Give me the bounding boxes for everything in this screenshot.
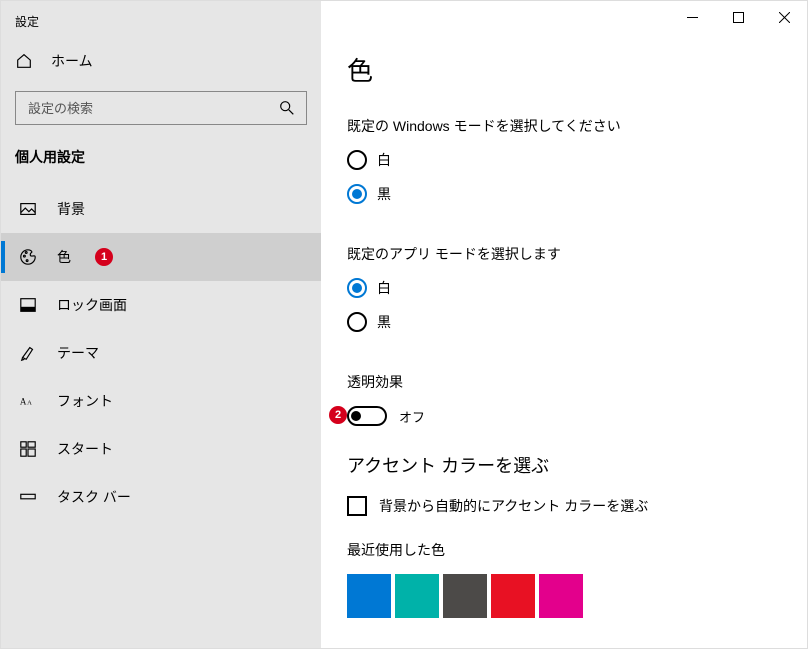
checkbox-icon (347, 496, 367, 516)
sidebar-item-background[interactable]: 背景 (1, 185, 321, 233)
themes-icon (19, 344, 37, 362)
main-content: 色 既定の Windows モードを選択してください 白 黒 既定のアプリ モー… (321, 1, 807, 648)
sidebar-section-label: 個人用設定 (1, 143, 321, 185)
lockscreen-icon (19, 296, 37, 314)
sidebar-item-label: タスク バー (57, 487, 131, 507)
home-icon (15, 52, 33, 70)
svg-text:A: A (20, 396, 27, 406)
color-swatch[interactable] (395, 574, 439, 618)
radio-label: 白 (377, 278, 391, 298)
accent-auto-label: 背景から自動的にアクセント カラーを選ぶ (379, 496, 648, 516)
window-controls (669, 1, 807, 33)
sidebar-item-label: 色 (57, 247, 71, 267)
radio-icon (347, 150, 367, 170)
sidebar-item-fonts[interactable]: AA フォント (1, 377, 321, 425)
radio-label: 白 (377, 150, 391, 170)
home-button[interactable]: ホーム (1, 37, 321, 85)
app-mode-label: 既定のアプリ モードを選択します (347, 244, 781, 264)
recent-colors-label: 最近使用した色 (347, 540, 781, 560)
settings-window: 設定 ホーム 個人用設定 背景 (1, 1, 807, 648)
radio-icon (347, 278, 367, 298)
color-swatch[interactable] (443, 574, 487, 618)
annotation-badge-2: 2 (329, 406, 347, 424)
radio-icon (347, 312, 367, 332)
sidebar-item-taskbar[interactable]: タスク バー (1, 473, 321, 521)
color-swatch[interactable] (347, 574, 391, 618)
annotation-badge-1: 1 (95, 248, 113, 266)
picture-icon (19, 200, 37, 218)
windows-mode-label: 既定の Windows モードを選択してください (347, 116, 781, 136)
sidebar-item-label: フォント (57, 391, 113, 411)
sidebar: 設定 ホーム 個人用設定 背景 (1, 1, 321, 648)
sidebar-item-label: テーマ (57, 343, 99, 363)
transparency-state: オフ (399, 407, 425, 426)
sidebar-item-label: 背景 (57, 199, 85, 219)
color-swatch[interactable] (539, 574, 583, 618)
palette-icon (19, 248, 37, 266)
sidebar-item-start[interactable]: スタート (1, 425, 321, 473)
windows-mode-light[interactable]: 白 (347, 150, 781, 170)
taskbar-icon (19, 488, 37, 506)
app-mode-dark[interactable]: 黒 (347, 312, 781, 332)
maximize-button[interactable] (715, 1, 761, 33)
transparency-toggle-row: 2 オフ (347, 406, 781, 426)
sidebar-item-label: スタート (57, 439, 113, 459)
radio-label: 黒 (377, 184, 391, 204)
search-field[interactable] (26, 100, 278, 117)
search-icon (278, 99, 296, 117)
search-input[interactable] (15, 91, 307, 125)
sidebar-nav: 背景 色 1 ロック画面 テーマ (1, 185, 321, 521)
close-button[interactable] (761, 1, 807, 33)
sidebar-item-themes[interactable]: テーマ (1, 329, 321, 377)
start-icon (19, 440, 37, 458)
page-title: 色 (347, 51, 781, 88)
accent-heading: アクセント カラーを選ぶ (347, 452, 781, 478)
minimize-button[interactable] (669, 1, 715, 33)
search-container (1, 85, 321, 143)
sidebar-item-lockscreen[interactable]: ロック画面 (1, 281, 321, 329)
sidebar-item-colors[interactable]: 色 1 (1, 233, 321, 281)
recent-colors (347, 574, 781, 618)
windows-mode-dark[interactable]: 黒 (347, 184, 781, 204)
color-swatch[interactable] (491, 574, 535, 618)
radio-label: 黒 (377, 312, 391, 332)
fonts-icon: AA (19, 392, 37, 410)
transparency-label: 透明効果 (347, 372, 781, 392)
radio-icon (347, 184, 367, 204)
app-mode-light[interactable]: 白 (347, 278, 781, 298)
accent-auto-checkbox-row[interactable]: 背景から自動的にアクセント カラーを選ぶ (347, 496, 781, 516)
home-label: ホーム (51, 51, 93, 71)
transparency-toggle[interactable] (347, 406, 387, 426)
sidebar-item-label: ロック画面 (57, 295, 127, 315)
svg-text:A: A (27, 399, 32, 406)
window-title: 設定 (1, 5, 321, 37)
